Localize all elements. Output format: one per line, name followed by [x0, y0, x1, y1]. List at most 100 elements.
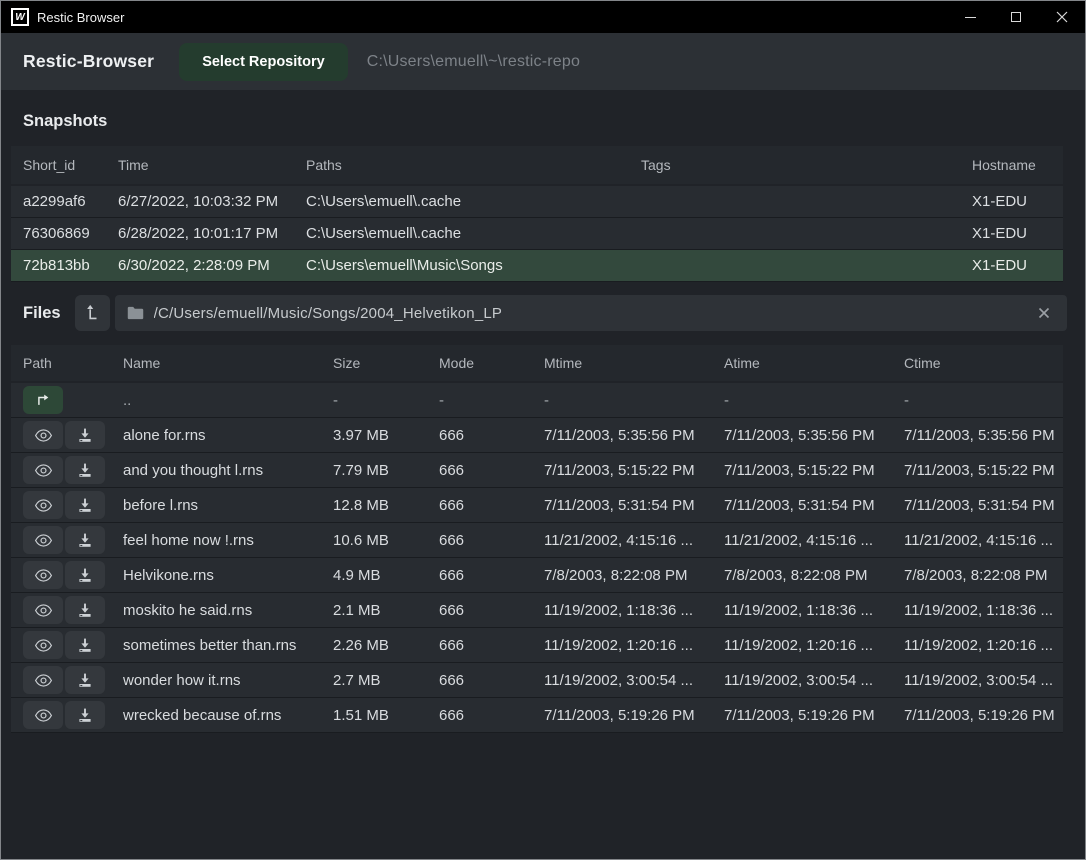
file-atime: 7/8/2003, 8:22:08 PM — [724, 567, 904, 584]
file-ctime: 7/8/2003, 8:22:08 PM — [904, 567, 1063, 584]
file-mtime: 11/19/2002, 3:00:54 ... — [544, 672, 724, 689]
file-mode: 666 — [439, 637, 544, 654]
download-button[interactable] — [65, 631, 105, 659]
minimize-button[interactable] — [947, 1, 993, 33]
download-button[interactable] — [65, 491, 105, 519]
col-size: Size — [333, 355, 439, 371]
file-name: Helvikone.rns — [123, 567, 333, 584]
preview-button[interactable] — [23, 421, 63, 449]
preview-button[interactable] — [23, 631, 63, 659]
file-row: feel home now !.rns 10.6 MB 666 11/21/20… — [11, 523, 1063, 558]
file-name: before l.rns — [123, 497, 333, 514]
parent-dir-row: .. - - - - - — [11, 383, 1063, 418]
file-atime: 11/19/2002, 1:20:16 ... — [724, 637, 904, 654]
download-button[interactable] — [65, 456, 105, 484]
tree-mode-button[interactable] — [75, 295, 110, 331]
maximize-icon — [1011, 12, 1021, 22]
eye-icon — [34, 463, 53, 478]
snapshot-row[interactable]: 76306869 6/28/2022, 10:01:17 PM C:\Users… — [11, 218, 1063, 250]
file-size: 3.97 MB — [333, 427, 439, 444]
file-mode: 666 — [439, 462, 544, 479]
wails-logo-icon: W — [11, 8, 29, 26]
file-actions — [23, 666, 123, 694]
eye-icon — [34, 708, 53, 723]
repository-path: C:\Users\emuell\~\restic-repo — [367, 53, 580, 71]
eye-icon — [34, 428, 53, 443]
snapshot-short-id: 76306869 — [23, 225, 118, 242]
snapshot-time: 6/30/2022, 2:28:09 PM — [118, 257, 306, 274]
eye-icon — [34, 638, 53, 653]
snapshot-hostname: X1-EDU — [972, 225, 1063, 242]
eye-icon — [34, 498, 53, 513]
file-name: moskito he said.rns — [123, 602, 333, 619]
preview-button[interactable] — [23, 666, 63, 694]
download-button[interactable] — [65, 701, 105, 729]
file-row: wonder how it.rns 2.7 MB 666 11/19/2002,… — [11, 663, 1063, 698]
download-button[interactable] — [65, 666, 105, 694]
go-parent-button[interactable] — [23, 386, 63, 414]
preview-button[interactable] — [23, 491, 63, 519]
file-ctime: 11/21/2002, 4:15:16 ... — [904, 532, 1063, 549]
snapshot-short-id: a2299af6 — [23, 193, 118, 210]
file-atime: 7/11/2003, 5:15:22 PM — [724, 462, 904, 479]
file-ctime: 11/19/2002, 1:18:36 ... — [904, 602, 1063, 619]
clear-path-button[interactable] — [1033, 302, 1055, 324]
app-header: Restic-Browser Select Repository C:\User… — [1, 33, 1085, 90]
file-actions — [23, 526, 123, 554]
files-table: Path Name Size Mode Mtime Atime Ctime ..… — [11, 331, 1063, 733]
file-actions — [23, 456, 123, 484]
app-title: Restic-Browser — [23, 51, 154, 72]
col-short-id: Short_id — [23, 157, 118, 173]
path-input[interactable] — [154, 305, 1033, 322]
preview-button[interactable] — [23, 561, 63, 589]
file-size: 4.9 MB — [333, 567, 439, 584]
eye-icon — [34, 568, 53, 583]
download-icon — [77, 567, 93, 583]
file-mtime: 7/8/2003, 8:22:08 PM — [544, 567, 724, 584]
select-repository-button[interactable]: Select Repository — [179, 43, 348, 81]
files-table-header: Path Name Size Mode Mtime Atime Ctime — [11, 345, 1063, 381]
download-button[interactable] — [65, 421, 105, 449]
file-actions — [23, 701, 123, 729]
snapshot-row-selected[interactable]: 72b813bb 6/30/2022, 2:28:09 PM C:\Users\… — [11, 250, 1063, 282]
download-icon — [77, 707, 93, 723]
download-button[interactable] — [65, 596, 105, 624]
preview-button[interactable] — [23, 701, 63, 729]
window-controls — [947, 1, 1085, 33]
file-name: wonder how it.rns — [123, 672, 333, 689]
snapshot-time: 6/28/2022, 10:01:17 PM — [118, 225, 306, 242]
col-tags: Tags — [641, 157, 972, 173]
file-size: 10.6 MB — [333, 532, 439, 549]
snapshots-section-title: Snapshots — [1, 90, 1085, 146]
titlebar: W Restic Browser — [1, 1, 1085, 33]
file-row: moskito he said.rns 2.1 MB 666 11/19/200… — [11, 593, 1063, 628]
snapshot-row[interactable]: a2299af6 6/27/2022, 10:03:32 PM C:\Users… — [11, 186, 1063, 218]
preview-button[interactable] — [23, 526, 63, 554]
preview-button[interactable] — [23, 596, 63, 624]
file-name: wrecked because of.rns — [123, 707, 333, 724]
file-size: 2.1 MB — [333, 602, 439, 619]
file-actions — [23, 491, 123, 519]
download-button[interactable] — [65, 526, 105, 554]
close-button[interactable] — [1039, 1, 1085, 33]
file-ctime: 7/11/2003, 5:31:54 PM — [904, 497, 1063, 514]
download-button[interactable] — [65, 561, 105, 589]
preview-button[interactable] — [23, 456, 63, 484]
eye-icon — [34, 603, 53, 618]
snapshot-hostname: X1-EDU — [972, 193, 1063, 210]
snapshot-time: 6/27/2022, 10:03:32 PM — [118, 193, 306, 210]
maximize-button[interactable] — [993, 1, 1039, 33]
file-row: Helvikone.rns 4.9 MB 666 7/8/2003, 8:22:… — [11, 558, 1063, 593]
file-size: - — [333, 392, 439, 409]
snapshots-table-header: Short_id Time Paths Tags Hostname — [11, 146, 1063, 184]
file-actions — [23, 631, 123, 659]
download-icon — [77, 462, 93, 478]
download-icon — [77, 672, 93, 688]
file-actions — [23, 561, 123, 589]
file-atime: 11/19/2002, 3:00:54 ... — [724, 672, 904, 689]
col-paths: Paths — [306, 157, 641, 173]
file-size: 12.8 MB — [333, 497, 439, 514]
files-section-title: Files — [23, 304, 61, 323]
snapshot-hostname: X1-EDU — [972, 257, 1063, 274]
file-actions — [23, 421, 123, 449]
